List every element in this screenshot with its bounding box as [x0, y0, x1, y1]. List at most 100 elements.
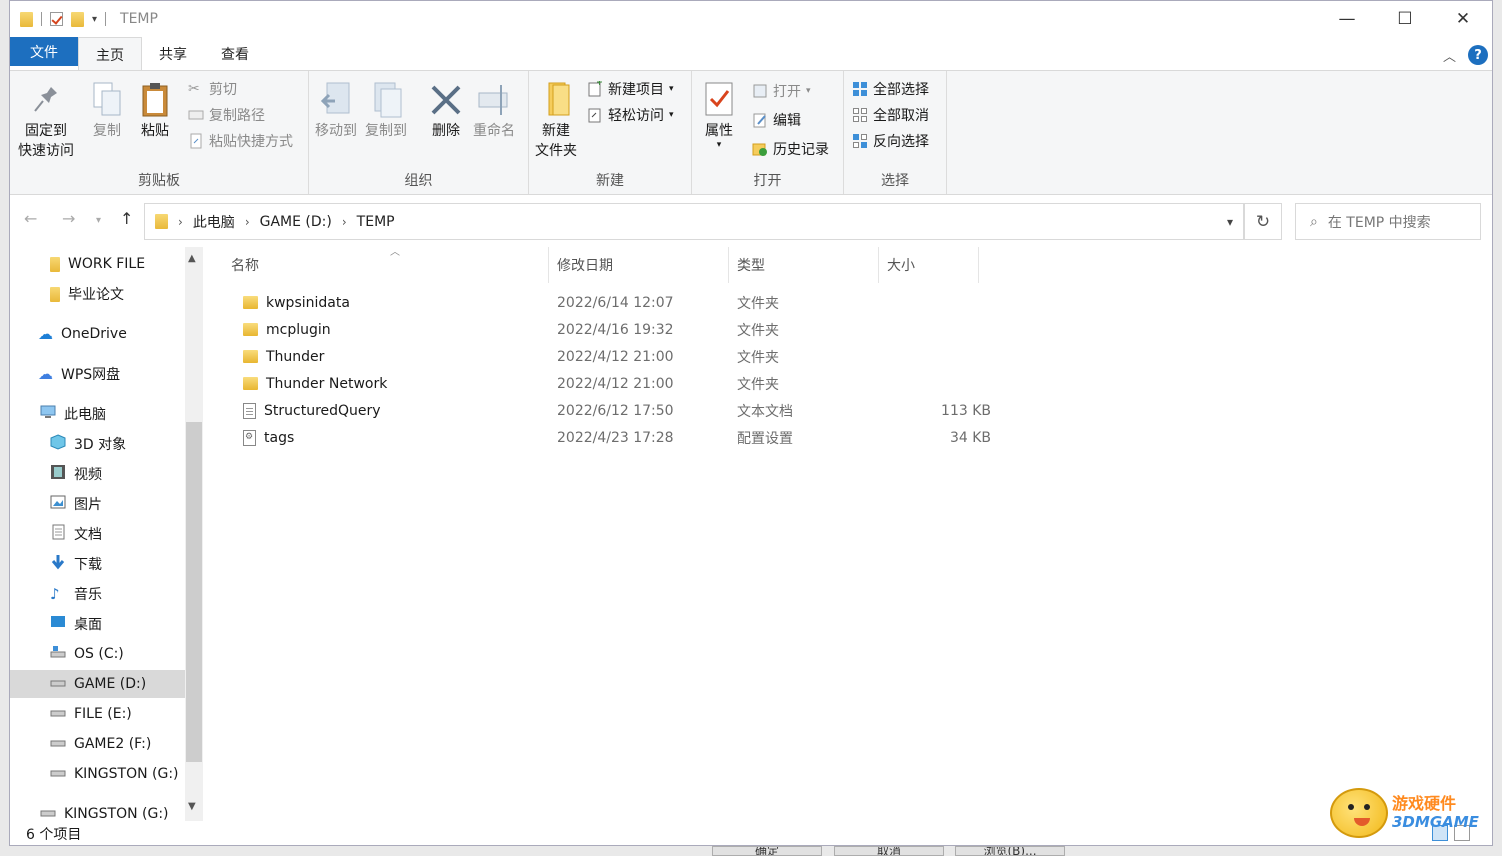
copy-path-button[interactable]: 复制路径	[188, 105, 265, 125]
easy-access-label: 轻松访问	[608, 108, 664, 124]
nav-item-label: KINGSTON (G:)	[64, 806, 169, 821]
nav-item-thesis[interactable]: 毕业论文	[10, 280, 185, 308]
chevron-right-icon[interactable]: ›	[178, 215, 183, 229]
refresh-button[interactable]: ↻	[1244, 203, 1282, 240]
breadcrumb-this-pc[interactable]: 此电脑	[193, 212, 235, 232]
nav-item-downloads[interactable]: 下载	[10, 550, 185, 578]
nav-scrollbar[interactable]: ▲ ▼	[185, 247, 203, 821]
maximize-button[interactable]: ☐	[1376, 1, 1434, 37]
nav-item-work-file[interactable]: WORK FILE	[10, 250, 185, 278]
chevron-right-icon[interactable]: ›	[245, 215, 250, 229]
new-folder-label-1: 新建	[542, 123, 570, 139]
tab-view[interactable]: 查看	[204, 37, 266, 71]
new-folder-quick-icon[interactable]	[71, 11, 84, 27]
close-button[interactable]: ✕	[1434, 1, 1492, 37]
back-arrow-icon[interactable]: ←	[24, 209, 37, 228]
history-button[interactable]: 历史记录	[752, 139, 829, 159]
nav-item-drive-g-root[interactable]: KINGSTON (G:)	[10, 800, 185, 821]
ribbon-tabs: 文件 主页 共享 查看 ︿ ?	[10, 37, 1492, 71]
nav-item-drive-e[interactable]: FILE (E:)	[10, 700, 185, 728]
nav-item-wps-drive[interactable]: ☁ WPS网盘	[10, 360, 185, 388]
text-document-icon	[243, 402, 256, 419]
new-folder-button[interactable]: 新建 文件夹	[535, 81, 577, 161]
drive-icon	[50, 645, 66, 663]
collapse-ribbon-icon[interactable]: ︿	[1443, 46, 1456, 65]
file-name: Thunder	[266, 348, 325, 365]
minimize-button[interactable]: —	[1318, 1, 1376, 37]
table-row[interactable]: Thunder 2022/4/12 21:00 文件夹	[231, 343, 991, 370]
forward-arrow-icon[interactable]: →	[62, 209, 75, 228]
tab-home[interactable]: 主页	[78, 37, 142, 71]
breadcrumb-temp[interactable]: TEMP	[357, 214, 395, 230]
cancel-button[interactable]: 取消	[834, 846, 944, 856]
open-label: 打开	[773, 84, 801, 100]
table-row[interactable]: Thunder Network 2022/4/12 21:00 文件夹	[231, 370, 991, 397]
clipboard-group: 固定到 快速访问 复制 粘贴 ✂ 剪切 复制路径 粘贴快捷方式 剪贴板	[10, 71, 309, 194]
tab-share[interactable]: 共享	[142, 37, 204, 71]
browse-button[interactable]: 浏览(B)...	[955, 846, 1065, 856]
select-all-button[interactable]: 全部选择	[852, 79, 929, 99]
nav-item-drive-d[interactable]: GAME (D:)	[10, 670, 185, 698]
table-row[interactable]: kwpsinidata 2022/6/14 12:07 文件夹	[231, 289, 991, 316]
nav-item-pictures[interactable]: 图片	[10, 490, 185, 518]
breadcrumb[interactable]: › 此电脑 › GAME (D:) › TEMP ▾	[144, 203, 1244, 240]
copy-button[interactable]: 复制	[90, 81, 124, 141]
help-icon[interactable]: ?	[1468, 45, 1488, 65]
nav-item-3d-objects[interactable]: 3D 对象	[10, 430, 185, 458]
customize-toolbar-chevron-icon[interactable]: ▾	[92, 14, 97, 25]
select-none-button[interactable]: 全部取消	[852, 105, 929, 125]
folder-icon	[20, 11, 33, 27]
new-item-button[interactable]: 新建项目 ▾	[587, 79, 674, 99]
edit-button[interactable]: 编辑	[752, 110, 801, 130]
open-button[interactable]: 打开 ▾	[752, 81, 811, 101]
column-header-name[interactable]: 名称	[215, 247, 549, 283]
cloud-icon: ☁	[38, 365, 53, 383]
table-row[interactable]: mcplugin 2022/4/16 19:32 文件夹	[231, 316, 991, 343]
table-row[interactable]: tags 2022/4/23 17:28 配置设置 34 KB	[231, 424, 991, 451]
title-bar: ▾ TEMP — ☐ ✕	[10, 1, 1492, 37]
nav-item-label: GAME2 (F:)	[74, 736, 152, 752]
column-header-label: 大小	[887, 258, 915, 274]
rename-button[interactable]: 重命名	[473, 81, 515, 141]
delete-button[interactable]: 删除	[429, 81, 463, 141]
nav-item-desktop[interactable]: 桌面	[10, 610, 185, 638]
paste-label: 粘贴	[141, 123, 169, 139]
nav-item-this-pc[interactable]: 此电脑	[10, 400, 185, 428]
rename-icon	[477, 81, 511, 119]
paste-shortcut-button[interactable]: 粘贴快捷方式	[188, 131, 293, 151]
address-dropdown-chevron-icon[interactable]: ▾	[1227, 215, 1233, 229]
ok-button[interactable]: 确定	[712, 846, 822, 856]
easy-access-button[interactable]: 轻松访问 ▾	[587, 105, 674, 125]
column-header-size[interactable]: 大小	[879, 247, 979, 283]
nav-scrollbar-thumb[interactable]	[186, 422, 202, 762]
nav-item-drive-g[interactable]: KINGSTON (G:)	[10, 760, 185, 788]
scroll-down-icon[interactable]: ▼	[188, 801, 196, 812]
pin-quick-access-button[interactable]: 固定到 快速访问	[18, 81, 74, 161]
nav-item-onedrive[interactable]: ☁ OneDrive	[10, 320, 185, 348]
up-arrow-icon[interactable]: ↑	[120, 209, 133, 228]
chevron-right-icon[interactable]: ›	[342, 215, 347, 229]
properties-button[interactable]: 属性 ▾	[702, 81, 736, 150]
divider	[105, 12, 107, 26]
paste-button[interactable]: 粘贴	[138, 81, 172, 141]
copy-to-button[interactable]: 复制到	[365, 81, 407, 141]
breadcrumb-game-d[interactable]: GAME (D:)	[260, 214, 332, 230]
cut-button[interactable]: ✂ 剪切	[188, 79, 237, 99]
column-header-date[interactable]: 修改日期	[549, 247, 729, 283]
copy-icon	[90, 81, 124, 119]
recent-locations-chevron-icon[interactable]: ▾	[96, 215, 101, 226]
scroll-up-icon[interactable]: ▲	[188, 253, 196, 264]
nav-item-drive-f[interactable]: GAME2 (F:)	[10, 730, 185, 758]
history-label: 历史记录	[773, 142, 829, 158]
tab-file[interactable]: 文件	[10, 37, 78, 66]
properties-quick-icon[interactable]	[50, 12, 63, 26]
move-to-button[interactable]: 移动到	[315, 81, 357, 141]
table-row[interactable]: StructuredQuery 2022/6/12 17:50 文本文档 113…	[231, 397, 991, 424]
search-input[interactable]: ⌕ 在 TEMP 中搜索	[1295, 203, 1481, 240]
nav-item-videos[interactable]: 视频	[10, 460, 185, 488]
column-header-type[interactable]: 类型	[729, 247, 879, 283]
nav-item-documents[interactable]: 文档	[10, 520, 185, 548]
nav-item-music[interactable]: ♪ 音乐	[10, 580, 185, 608]
invert-selection-button[interactable]: 反向选择	[852, 131, 929, 151]
nav-item-drive-c[interactable]: OS (C:)	[10, 640, 185, 668]
